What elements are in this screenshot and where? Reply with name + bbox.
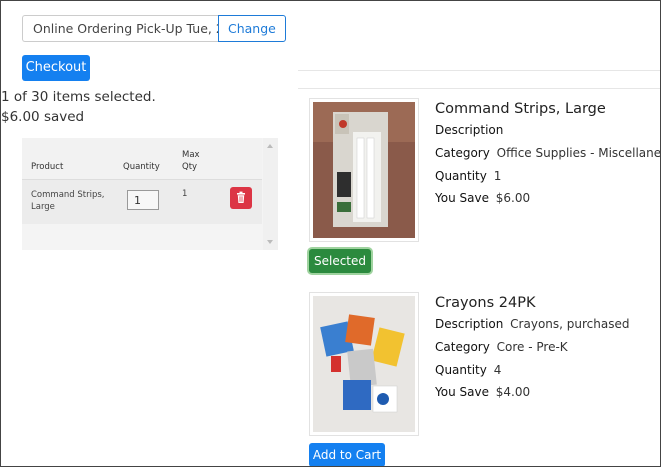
quantity-label: Quantity [435,363,487,377]
product-category: Category Core - Pre-K [435,340,568,354]
row-product: Command Strips, Large [31,190,105,212]
product-savings: You Save $4.00 [435,385,530,399]
quantity-value: 4 [493,363,502,377]
product-description: Description Crayons, purchased [435,317,629,331]
page-frame: Online Ordering Pick-Up Tue, 24 Change C… [0,0,661,467]
quantity-label: Quantity [435,169,487,183]
product-photo [313,296,415,432]
product-savings: You Save $6.00 [435,191,530,205]
trash-icon [237,191,245,203]
selected-count: 1 of 30 items selected. [1,89,156,105]
pickup-field[interactable]: Online Ordering Pick-Up Tue, 24 [22,15,218,42]
selected-button[interactable]: Selected [309,249,371,273]
scroll-up-icon[interactable] [267,144,273,148]
pickup-group: Online Ordering Pick-Up Tue, 24 Change [22,15,286,42]
description-label: Description [435,123,504,137]
product-image-command-strips[interactable] [309,98,419,242]
product-description: Description [435,123,503,137]
savings-label: You Save [435,191,489,205]
header-max-qty: Max Qty [182,150,200,172]
category-value: Core - Pre-K [496,340,568,354]
add-to-cart-button[interactable]: Add to Cart [309,443,385,466]
category-value: Office Supplies - Miscellaneous [496,146,661,160]
divider [298,70,660,71]
saved-total: $6.00 saved [1,109,85,125]
product-image-crayons[interactable] [309,292,419,436]
product-quantity: Quantity 1 [435,169,501,183]
delete-button[interactable] [230,187,252,209]
product-name: Command Strips, Large [435,101,606,117]
savings-value: $4.00 [495,385,531,399]
savings-value: $6.00 [495,191,531,205]
product-quantity: Quantity 4 [435,363,501,377]
description-label: Description [435,317,504,331]
table-header: Product Quantity Max Qty [22,138,262,180]
category-label: Category [435,340,490,354]
row-max-qty: 1 [182,189,188,199]
description-value: Crayons, purchased [510,317,630,331]
checkout-button[interactable]: Checkout [22,55,90,81]
divider [298,88,660,89]
scroll-down-icon[interactable] [267,240,273,244]
change-button[interactable]: Change [218,15,286,42]
quantity-value: 1 [493,169,502,183]
header-product: Product [31,162,64,172]
product-name: Crayons 24PK [435,295,536,311]
table-scrollbar[interactable] [263,138,278,250]
savings-label: You Save [435,385,489,399]
selection-table: Product Quantity Max Qty Command Strips,… [22,138,278,250]
quantity-input[interactable]: 1 [127,190,159,210]
product-category: Category Office Supplies - Miscellaneous [435,146,661,160]
table-row: Command Strips, Large 1 1 [22,180,262,224]
category-label: Category [435,146,490,160]
product-photo [313,102,415,238]
header-quantity: Quantity [123,162,160,172]
